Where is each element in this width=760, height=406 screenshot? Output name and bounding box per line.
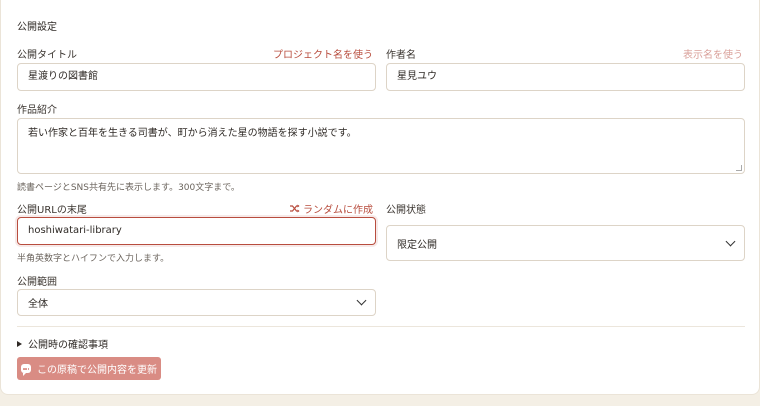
publish-settings-card: 公開設定 公開タイトル プロジェクト名を使う 星渡りの図書館 作者名 表示名を使… — [0, 0, 760, 395]
section-title: 公開設定 — [17, 22, 57, 33]
status-select[interactable]: 限定公開 — [386, 225, 745, 261]
shuffle-icon — [290, 204, 300, 213]
disclosure-triangle-icon — [17, 340, 22, 347]
chat-icon — [21, 364, 31, 376]
chevron-down-icon — [356, 295, 367, 306]
intro-hint: 読書ページとSNS共有先に表示します。300文字まで。 — [17, 183, 240, 193]
chevron-down-icon — [725, 236, 736, 246]
title-label: 公開タイトル — [17, 50, 77, 61]
update-publish-label: この原稿で公開内容を更新 — [37, 365, 157, 376]
url-label: 公開URLの末尾 — [17, 205, 87, 216]
confirm-details-label: 公開時の確認事項 — [28, 340, 108, 351]
author-label: 作者名 — [386, 50, 416, 61]
confirm-details-toggle[interactable]: 公開時の確認事項 — [17, 336, 108, 351]
intro-label: 作品紹介 — [17, 105, 57, 116]
resize-handle-icon[interactable] — [736, 165, 742, 171]
title-input[interactable]: 星渡りの図書館 — [17, 63, 376, 91]
status-label: 公開状態 — [386, 205, 426, 216]
intro-textarea[interactable]: 若い作家と百年を生きる司書が、町から消えた星の物語を探す小説です。 — [17, 118, 745, 174]
divider — [17, 326, 745, 327]
scope-selected: 全体 — [28, 299, 48, 310]
use-display-name-link[interactable]: 表示名を使う — [683, 46, 743, 61]
random-slug-label: ランダムに作成 — [303, 205, 373, 216]
author-input[interactable]: 星見ユウ — [386, 63, 745, 91]
url-slug-input[interactable]: hoshiwatari-library — [17, 217, 376, 245]
url-hint: 半角英数字とハイフンで入力します。 — [17, 254, 170, 264]
status-selected: 限定公開 — [397, 239, 437, 251]
scope-label: 公開範囲 — [17, 277, 57, 288]
use-project-name-link[interactable]: プロジェクト名を使う — [273, 46, 373, 61]
update-publish-button[interactable]: この原稿で公開内容を更新 — [17, 357, 161, 380]
random-slug-link[interactable]: ランダムに作成 — [290, 201, 373, 216]
intro-text: 若い作家と百年を生きる司書が、町から消えた星の物語を探す小説です。 — [28, 128, 357, 139]
scope-select[interactable]: 全体 — [17, 289, 376, 316]
